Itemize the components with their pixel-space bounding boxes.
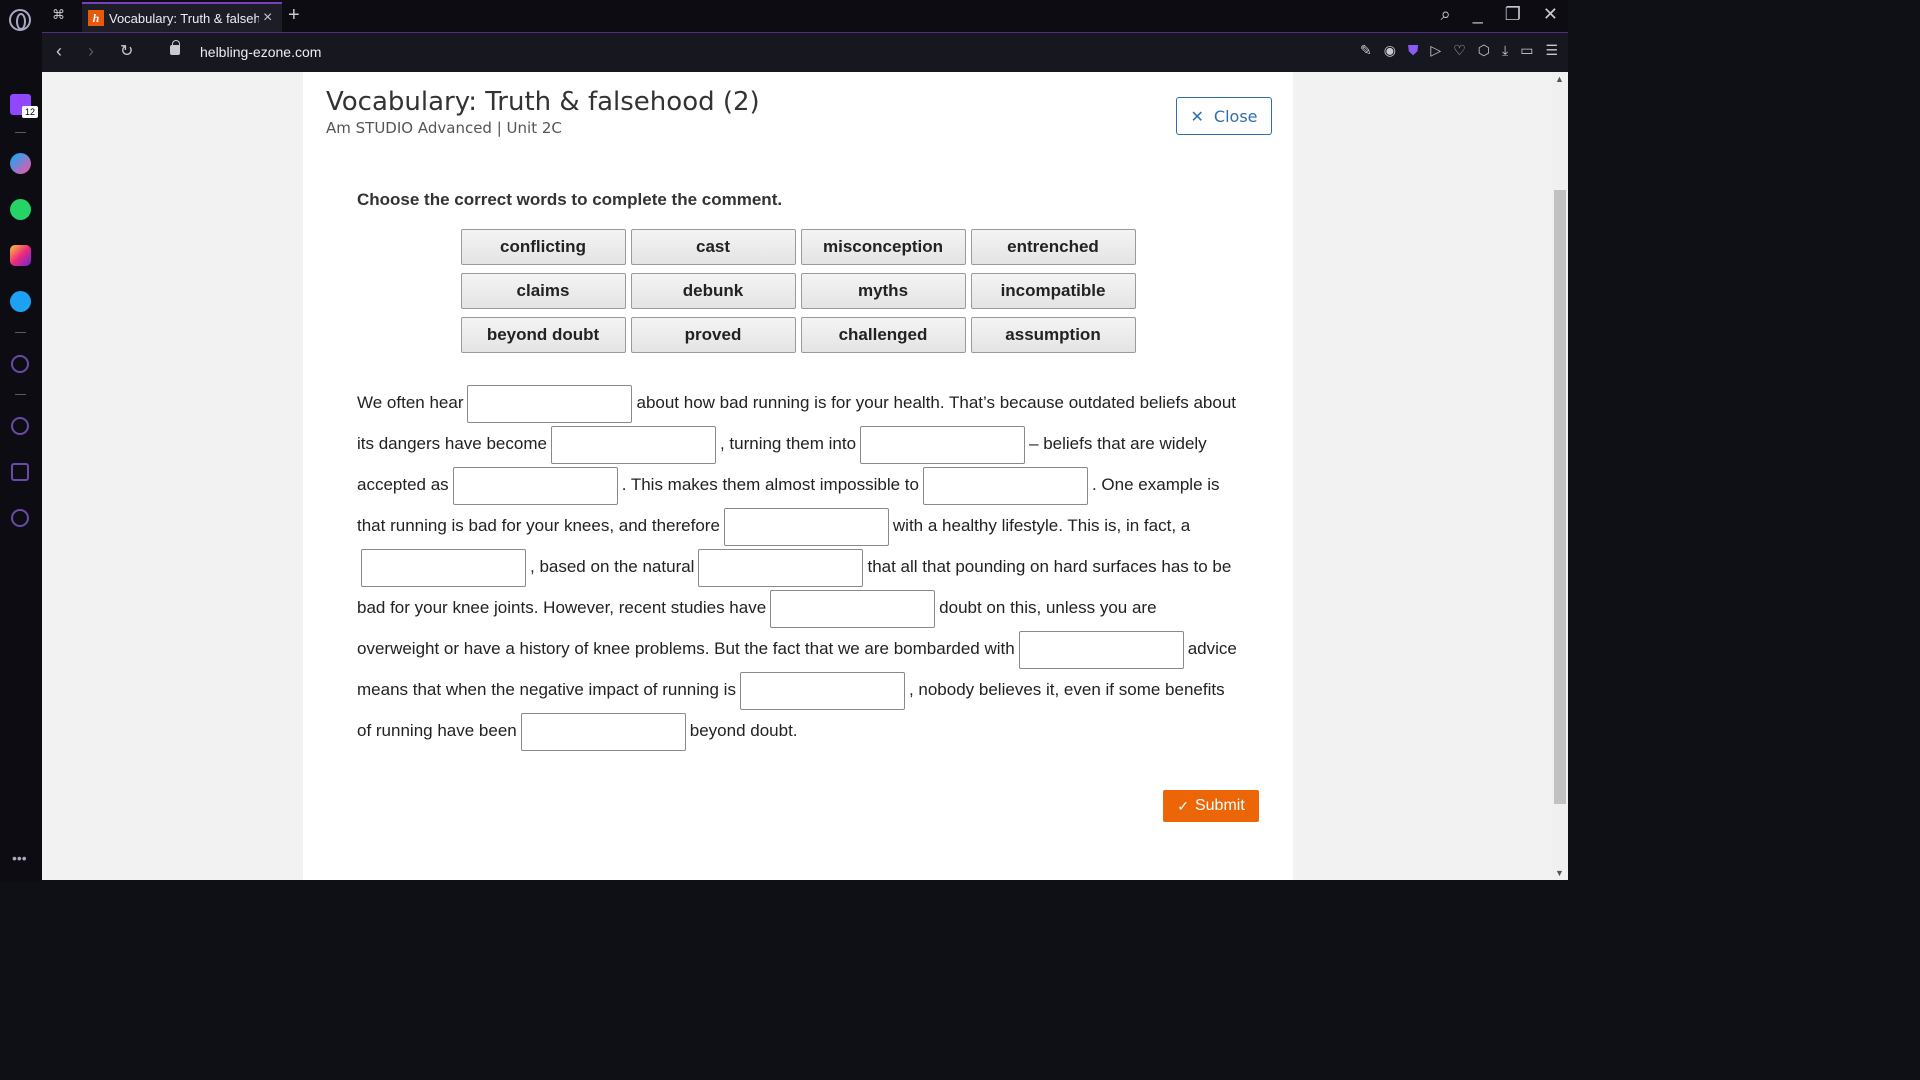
reload-icon[interactable]: ↻: [120, 41, 133, 61]
toolbar-icons: ✎ ◉ ⛊ ▷ ♡ ⬡ ⤓ ▭ ☰: [1360, 42, 1558, 59]
send-icon[interactable]: ▷: [1430, 42, 1441, 59]
close-icon: ✕: [1190, 106, 1204, 126]
word-chip[interactable]: misconception: [800, 229, 966, 265]
player-icon[interactable]: [11, 355, 29, 373]
vpn-shield-icon[interactable]: ⛊: [1408, 42, 1419, 59]
settings-menu-icon[interactable]: ☰: [1545, 42, 1558, 59]
window-controls: ⌕ _ ❐ ✕: [1441, 4, 1558, 25]
submit-label: Submit: [1194, 797, 1245, 814]
more-icon[interactable]: •••: [12, 850, 27, 866]
history-icon[interactable]: [11, 417, 29, 435]
close-label: Close: [1213, 106, 1258, 126]
exercise-card: Vocabulary: Truth & falsehood (2) Am STU…: [303, 72, 1293, 880]
scroll-down-icon[interactable]: ▼: [1555, 868, 1564, 878]
word-chip[interactable]: assumption: [970, 317, 1136, 353]
new-tab-icon[interactable]: +: [288, 4, 300, 27]
word-bank: conflicting cast misconception entrenche…: [376, 229, 1220, 353]
battery-icon[interactable]: ▭: [1520, 42, 1533, 59]
word-chip[interactable]: incompatible: [970, 273, 1136, 309]
answer-gap[interactable]: [361, 548, 526, 587]
close-button[interactable]: ✕ Close: [1176, 97, 1272, 135]
answer-gap[interactable]: [922, 466, 1088, 505]
search-tabs-icon[interactable]: ⌕: [1441, 4, 1451, 25]
answer-gap[interactable]: [723, 507, 889, 546]
passage-text: with a healthy lifestyle. This is, in fa…: [892, 516, 1191, 535]
passage-text: beyond doubt.: [689, 721, 798, 740]
passage-text: , turning them into: [719, 434, 857, 453]
scroll-up-icon[interactable]: ▲: [1555, 74, 1564, 84]
answer-gap[interactable]: [770, 589, 936, 628]
download-icon[interactable]: ⤓: [1502, 42, 1508, 59]
lock-icon[interactable]: [170, 40, 180, 55]
minimize-icon[interactable]: _: [1473, 4, 1483, 25]
page-subtitle: Am STUDIO Advanced | Unit 2C: [326, 119, 562, 137]
word-chip[interactable]: beyond doubt: [460, 317, 626, 353]
edit-icon[interactable]: ✎: [1360, 42, 1372, 59]
answer-gap[interactable]: [452, 466, 618, 505]
browser-tab[interactable]: h Vocabulary: Truth & falsehood (2) ×: [82, 2, 282, 32]
scroll-thumb[interactable]: [1554, 190, 1566, 804]
word-chip[interactable]: proved: [630, 317, 796, 353]
browser-sidebar: 12 •••: [0, 32, 42, 882]
helbling-favicon-icon: h: [88, 10, 104, 26]
whatsapp-icon[interactable]: [10, 199, 31, 220]
passage-text: We often hear: [357, 393, 464, 412]
back-icon[interactable]: ‹: [56, 41, 62, 62]
page-title: Vocabulary: Truth & falsehood (2): [326, 87, 760, 117]
answer-gap[interactable]: [860, 425, 1026, 464]
answer-gap[interactable]: [1018, 630, 1184, 669]
instagram-icon[interactable]: [10, 245, 31, 266]
page-scrollbar[interactable]: ▲ ▼: [1552, 72, 1568, 880]
opera-logo-icon[interactable]: [9, 9, 31, 31]
forward-icon[interactable]: ›: [88, 41, 94, 62]
maximize-icon[interactable]: ❐: [1505, 4, 1521, 25]
answer-gap[interactable]: [550, 425, 716, 464]
gap-fill-passage: We often hear about how bad running is fo…: [357, 382, 1242, 751]
sidebar-divider: [15, 332, 26, 333]
page-viewport: Vocabulary: Truth & falsehood (2) Am STU…: [42, 72, 1552, 880]
browser-tab-bar: ⌘ h Vocabulary: Truth & falsehood (2) × …: [0, 0, 1568, 32]
word-chip[interactable]: cast: [630, 229, 796, 265]
answer-gap[interactable]: [520, 712, 686, 751]
heart-icon[interactable]: ♡: [1453, 42, 1466, 59]
word-chip[interactable]: debunk: [630, 273, 796, 309]
word-chip[interactable]: conflicting: [460, 229, 626, 265]
word-chip[interactable]: challenged: [800, 317, 966, 353]
gamepad-icon[interactable]: ⌘: [52, 8, 68, 22]
passage-text: . This makes them almost impossible to: [621, 475, 919, 494]
settings-gear-icon[interactable]: [11, 509, 29, 527]
twitter-icon[interactable]: [10, 291, 31, 312]
word-chip[interactable]: myths: [800, 273, 966, 309]
instruction-text: Choose the correct words to complete the…: [357, 190, 783, 209]
word-chip[interactable]: entrenched: [970, 229, 1136, 265]
sidebar-divider: [15, 132, 26, 133]
messenger-icon[interactable]: [10, 153, 31, 174]
extensions-cube-icon[interactable]: [11, 463, 29, 481]
tab-title: Vocabulary: Truth & falsehood (2): [109, 10, 259, 26]
camera-icon[interactable]: ◉: [1384, 42, 1396, 59]
answer-gap[interactable]: [698, 548, 864, 587]
cube-icon[interactable]: ⬡: [1478, 42, 1490, 59]
sidebar-divider: [15, 394, 26, 395]
answer-gap[interactable]: [467, 384, 633, 423]
notification-badge: 12: [22, 106, 38, 118]
url-field[interactable]: helbling-ezone.com: [200, 44, 321, 60]
passage-text: , based on the natural: [530, 557, 695, 576]
close-window-icon[interactable]: ✕: [1543, 4, 1558, 25]
check-icon: ✓: [1177, 797, 1189, 814]
word-chip[interactable]: claims: [460, 273, 626, 309]
submit-button[interactable]: ✓ Submit: [1163, 790, 1259, 822]
answer-gap[interactable]: [739, 671, 905, 710]
tab-close-icon[interactable]: ×: [263, 9, 272, 27]
